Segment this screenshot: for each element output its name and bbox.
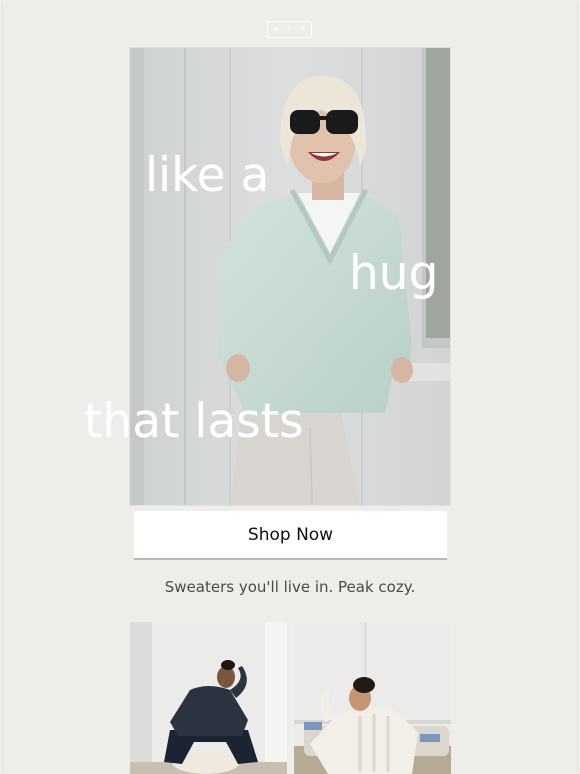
- headline-line-2: hug: [349, 246, 439, 301]
- headline-line-1: like a: [145, 148, 270, 203]
- product-image-right[interactable]: [294, 622, 451, 774]
- product-image-left[interactable]: [130, 622, 287, 774]
- headline-line-3: that lasts: [84, 394, 304, 449]
- model-photo-right: [294, 622, 451, 774]
- tagline-text: Sweaters you'll live in. Peak cozy.: [164, 578, 416, 596]
- model-photo-left: [130, 622, 287, 774]
- shop-now-button[interactable]: Shop Now: [134, 511, 447, 558]
- brand-logo[interactable]: A T R: [267, 21, 312, 38]
